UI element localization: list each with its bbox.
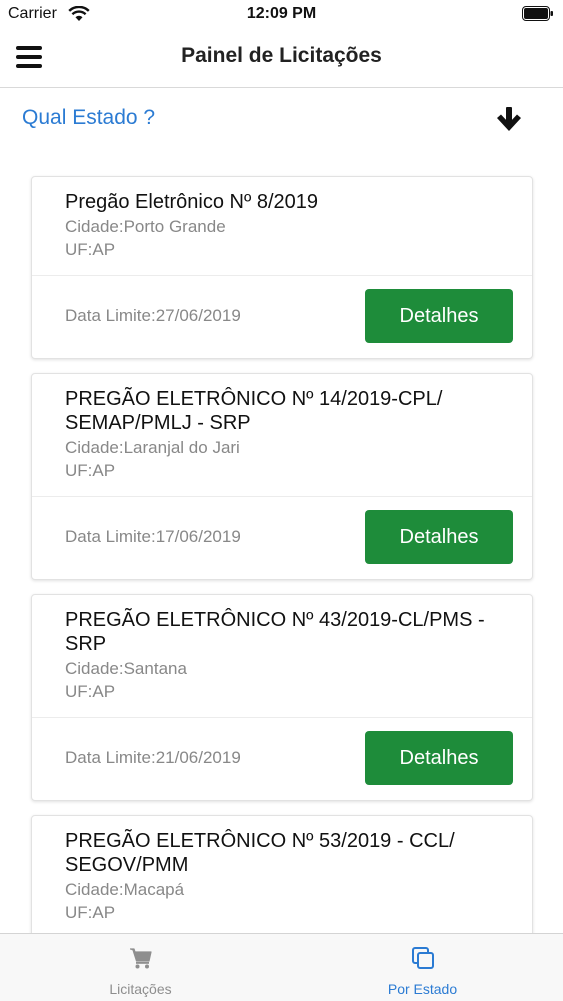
page-title: Painel de Licitações <box>181 44 382 67</box>
bid-list[interactable]: Pregão Eletrônico Nº 8/2019 Cidade:Porto… <box>31 176 533 954</box>
bid-city: Cidade:Porto Grande <box>65 217 226 236</box>
bid-city: Cidade:Santana <box>65 659 187 678</box>
arrow-down-icon[interactable] <box>494 104 524 134</box>
bid-deadline: Data Limite:21/06/2019 <box>65 748 241 767</box>
bid-title: PREGÃO ELETRÔNICO Nº 43/2019-CL/PMS - SR… <box>65 609 485 655</box>
bid-card: PREGÃO ELETRÔNICO Nº 53/2019 - CCL/ SEGO… <box>31 815 533 940</box>
bid-card-footer: Data Limite:27/06/2019 Detalhes <box>32 276 532 358</box>
tab-licitacoes[interactable]: Licitações <box>0 934 281 1001</box>
bid-deadline: Data Limite:27/06/2019 <box>65 306 241 325</box>
bid-card-info: PREGÃO ELETRÔNICO Nº 43/2019-CL/PMS - SR… <box>32 595 532 718</box>
status-bar: Carrier 12:09 PM <box>0 0 563 30</box>
bid-card: PREGÃO ELETRÔNICO Nº 43/2019-CL/PMS - SR… <box>31 594 533 801</box>
bid-city: Cidade:Laranjal do Jari <box>65 438 240 457</box>
bid-title: PREGÃO ELETRÔNICO Nº 53/2019 - CCL/ SEGO… <box>65 830 455 876</box>
state-picker[interactable]: Qual Estado ? <box>0 88 563 148</box>
bid-city: Cidade:Macapá <box>65 880 185 899</box>
tab-bar: Licitações Por Estado <box>0 933 563 1001</box>
tab-por-estado[interactable]: Por Estado <box>282 934 563 1001</box>
nav-bar: Painel de Licitações <box>0 30 563 88</box>
battery-icon <box>522 6 553 21</box>
details-button[interactable]: Detalhes <box>365 731 513 785</box>
tab-por-estado-label: Por Estado <box>387 981 458 997</box>
bid-card-footer: Data Limite:21/06/2019 Detalhes <box>32 718 532 800</box>
bid-card-info: PREGÃO ELETRÔNICO Nº 14/2019-CPL/ SEMAP/… <box>32 374 532 497</box>
bid-card-info: Pregão Eletrônico Nº 8/2019 Cidade:Porto… <box>32 177 532 276</box>
bid-card: Pregão Eletrônico Nº 8/2019 Cidade:Porto… <box>31 176 533 359</box>
bid-deadline: Data Limite:17/06/2019 <box>65 527 241 546</box>
tab-licitacoes-label: Licitações <box>109 981 172 997</box>
cart-icon <box>130 948 152 969</box>
bid-card-info: PREGÃO ELETRÔNICO Nº 53/2019 - CCL/ SEGO… <box>32 816 532 939</box>
state-picker-label[interactable]: Qual Estado ? <box>22 106 155 130</box>
details-button[interactable]: Detalhes <box>365 510 513 564</box>
bid-uf: UF:AP <box>65 903 116 922</box>
bid-card-footer: Data Limite:17/06/2019 Detalhes <box>32 497 532 579</box>
bid-title: Pregão Eletrônico Nº 8/2019 <box>65 191 319 213</box>
bid-card: PREGÃO ELETRÔNICO Nº 14/2019-CPL/ SEMAP/… <box>31 373 533 580</box>
copy-icon <box>412 947 434 969</box>
bid-uf: UF:AP <box>65 240 116 259</box>
bid-uf: UF:AP <box>65 682 116 701</box>
bid-uf: UF:AP <box>65 461 116 480</box>
clock: 12:09 PM <box>246 5 317 22</box>
bid-title: PREGÃO ELETRÔNICO Nº 14/2019-CPL/ SEMAP/… <box>65 388 443 434</box>
details-button[interactable]: Detalhes <box>365 289 513 343</box>
